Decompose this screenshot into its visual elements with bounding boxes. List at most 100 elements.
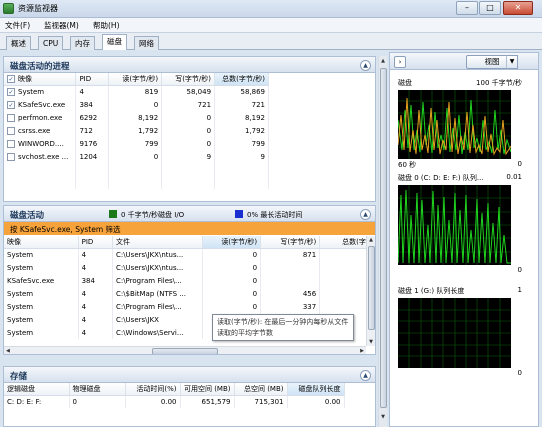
pid-cell: 4: [78, 326, 113, 339]
disk-activity-vscroll[interactable]: ▲ ▼: [366, 236, 375, 346]
col-total[interactable]: 总数(字节/秒): [319, 236, 367, 249]
table-row[interactable]: csrss.exe 712 1,792 0 1,792: [4, 124, 269, 137]
col-pid[interactable]: PID: [75, 73, 110, 86]
write-cell: 721: [161, 98, 216, 111]
file-cell: C:\Program Files\...: [112, 300, 204, 313]
scroll-down-arrow-icon[interactable]: ▼: [379, 414, 387, 420]
minimize-button[interactable]: –: [456, 1, 478, 15]
disk-activity-hscroll[interactable]: ◀ ▶: [4, 346, 366, 354]
col-queue-length[interactable]: 磁盘队列长度: [287, 383, 345, 396]
col-write[interactable]: 写(字节/秒): [161, 73, 216, 86]
scroll-left-arrow-icon[interactable]: ◀: [6, 348, 10, 354]
scrollbar-thumb[interactable]: [152, 348, 218, 354]
resource-monitor-icon: [3, 3, 14, 14]
tab-overview[interactable]: 概述: [6, 36, 31, 50]
col-active-time[interactable]: 活动时间(%): [125, 383, 181, 396]
row-checkbox[interactable]: [7, 113, 15, 122]
expand-arrow-icon[interactable]: ›: [394, 56, 406, 68]
graph1-max: 100 千字节/秒: [476, 79, 522, 87]
write-cell: 0: [161, 124, 216, 137]
process-name-cell[interactable]: ✓ KSafeSvc.exe: [4, 98, 77, 111]
title-bar: 资源监视器 – □ ✕: [0, 0, 542, 18]
menu-file[interactable]: 文件(F): [5, 20, 30, 31]
menu-help[interactable]: 帮助(H): [93, 20, 120, 31]
col-write[interactable]: 写(字节/秒): [260, 236, 321, 249]
graph2-min: 0: [517, 266, 522, 274]
col-total-space[interactable]: 总空间 (MB): [234, 383, 288, 396]
collapse-icon[interactable]: ▲: [360, 60, 371, 71]
image-cell: System: [4, 261, 79, 274]
collapse-icon[interactable]: ▲: [360, 209, 371, 220]
total-cell: 721: [214, 98, 269, 111]
graph3-header: 磁盘 1 (G:) 队列长度 1: [398, 286, 522, 296]
file-cell: C:\Users\JKX: [112, 313, 204, 326]
table-row[interactable]: System4C:\Program Files\...0337337: [4, 300, 367, 313]
table-row[interactable]: C: D: E: F: 0 0.00 651,579 715,301 0.00: [4, 395, 345, 408]
graph3-min: 0: [517, 369, 522, 377]
processes-section-header[interactable]: 磁盘活动的进程 ▲: [3, 56, 376, 73]
scrollbar-thumb[interactable]: [380, 68, 387, 408]
table-row[interactable]: svchost.exe ... 1204 0 9 9: [4, 150, 269, 163]
collapse-icon[interactable]: ▲: [360, 370, 371, 381]
scroll-up-arrow-icon[interactable]: ▲: [367, 237, 375, 243]
tab-cpu[interactable]: CPU: [38, 36, 64, 50]
process-name-cell[interactable]: perfmon.exe: [4, 111, 77, 124]
file-cell: C:\$BitMap (NTFS ...: [112, 287, 204, 300]
process-name-cell[interactable]: svchost.exe ...: [4, 150, 77, 163]
maximize-button[interactable]: □: [479, 1, 501, 15]
tab-memory[interactable]: 内存: [70, 36, 95, 50]
process-name-cell[interactable]: ✓ System: [4, 85, 77, 98]
row-checkbox[interactable]: ✓: [7, 87, 15, 96]
table-row[interactable]: System 4 C:\Users\JKX\ntus... 0: [4, 261, 367, 274]
table-row[interactable]: perfmon.exe 6292 8,192 0 8,192: [4, 111, 269, 124]
table-row[interactable]: KSafeSvc.exe 384 C:\Program Files\... 0: [4, 274, 367, 287]
col-total[interactable]: 总数(字节/秒): [214, 73, 269, 86]
total-cell: 337: [319, 300, 367, 313]
read-cell: 799: [108, 137, 163, 150]
write-cell: 337: [260, 300, 321, 313]
col-physical-disk[interactable]: 物理磁盘: [69, 383, 126, 396]
col-pid[interactable]: PID: [78, 236, 113, 249]
chevron-down-icon[interactable]: ▼: [506, 55, 518, 69]
scroll-up-arrow-icon[interactable]: ▲: [379, 58, 387, 64]
close-button[interactable]: ✕: [503, 1, 533, 15]
table-row[interactable]: ✓ KSafeSvc.exe 384 0 721 721: [4, 98, 269, 111]
col-read[interactable]: 读(字节/秒): [202, 236, 262, 249]
table-row[interactable]: WINWORD.... 9176 799 0 799: [4, 137, 269, 150]
column-tooltip: 读取(字节/秒): 在最后一分钟内每秒从文件读取的平均字节数: [212, 314, 354, 341]
row-checkbox[interactable]: [7, 152, 15, 161]
select-all-checkbox[interactable]: ✓: [7, 74, 15, 83]
tab-network[interactable]: 网络: [134, 36, 159, 50]
col-read[interactable]: 读(字节/秒): [108, 73, 163, 86]
pid-cell: 4: [78, 248, 113, 261]
left-pane-scrollbar[interactable]: ▲ ▼: [378, 56, 387, 427]
image-cell: System: [4, 300, 79, 313]
table-row[interactable]: System4C:\Users\JKX\ntus...0871871: [4, 248, 367, 261]
storage-section-header[interactable]: 存储 ▲: [3, 366, 376, 383]
graph1-title: 磁盘: [398, 79, 412, 87]
table-row[interactable]: ✓ System 4 819 58,049 58,869: [4, 85, 269, 98]
scrollbar-thumb[interactable]: [368, 246, 375, 330]
left-pane: 磁盘活动的进程 ▲ ✓ 映像 PID 读(字节/秒) 写(字节/秒) 总数(字节/…: [3, 52, 376, 427]
row-checkbox[interactable]: [7, 139, 15, 148]
row-checkbox[interactable]: [7, 126, 15, 135]
menu-monitor[interactable]: 监视器(M): [44, 20, 79, 31]
total-cell: 8,192: [214, 111, 269, 124]
free-space-cell: 651,579: [180, 395, 235, 408]
col-free-space[interactable]: 可用空间 (MB): [180, 383, 235, 396]
col-file[interactable]: 文件: [112, 236, 204, 249]
scroll-down-arrow-icon[interactable]: ▼: [367, 339, 375, 345]
filter-bar[interactable]: 按 KSafeSvc.exe, System 筛选: [4, 222, 375, 235]
scroll-right-arrow-icon[interactable]: ▶: [360, 348, 364, 354]
col-image[interactable]: 映像: [4, 236, 79, 249]
col-logical-disk[interactable]: 逻辑磁盘: [4, 383, 70, 396]
io-legend-swatch: [109, 210, 117, 218]
disk-activity-section-header[interactable]: 磁盘活动 0 千字节/秒磁盘 I/O 0% 最长活动时间 ▲: [3, 205, 376, 222]
process-name-cell[interactable]: WINWORD....: [4, 137, 77, 150]
row-checkbox[interactable]: ✓: [7, 100, 15, 109]
active-time-legend-swatch: [235, 210, 243, 218]
col-image[interactable]: ✓ 映像: [4, 73, 77, 86]
table-row[interactable]: System4C:\$BitMap (NTFS ...0456456: [4, 287, 367, 300]
process-name-cell[interactable]: csrss.exe: [4, 124, 77, 137]
tab-disk[interactable]: 磁盘: [102, 34, 127, 50]
